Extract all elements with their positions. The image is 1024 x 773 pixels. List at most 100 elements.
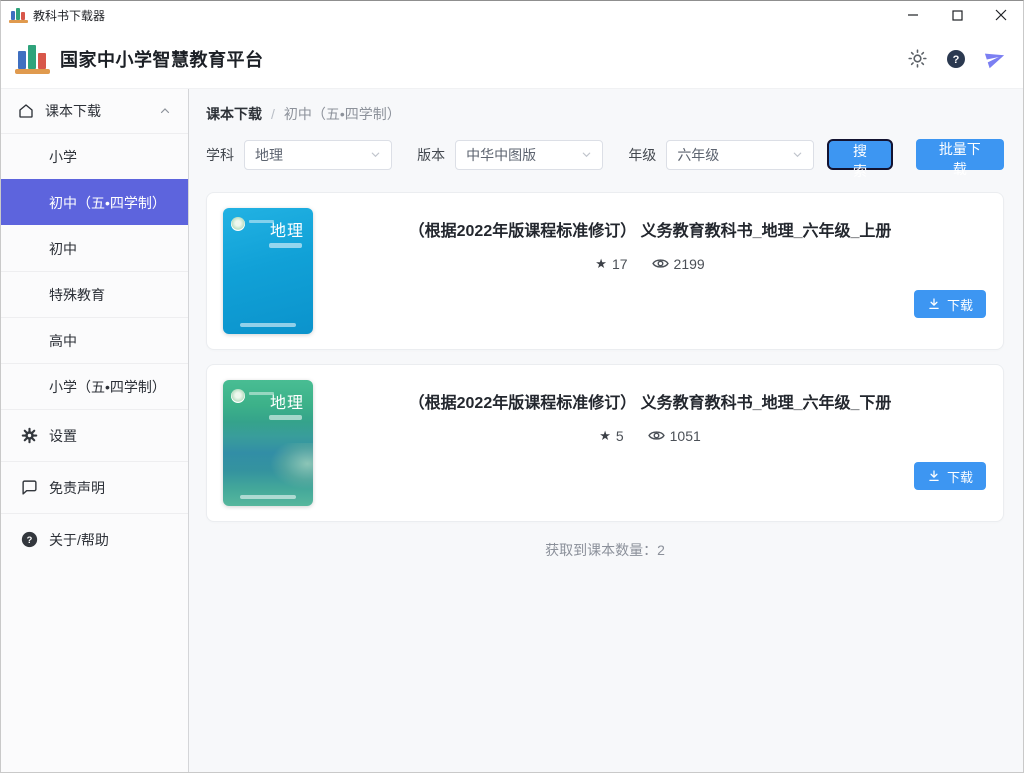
download-button[interactable]: 下载 [914, 290, 986, 318]
sidebar-item-label: 初中（五•四学制） [49, 193, 166, 213]
result-count-status: 获取到课本数量：2 [206, 540, 1004, 560]
sidebar: 课本下载 小学 初中（五•四学制） 初中 特殊教育 高中 小学（五•四学制） 设… [1, 89, 189, 772]
book-cover-subtitle-mark [269, 243, 302, 248]
edition-select[interactable]: 中华中图版 [455, 140, 603, 170]
star-stat: ★ 5 [599, 428, 623, 444]
help-icon[interactable]: ? [946, 49, 966, 69]
views-stat: 2199 [652, 255, 705, 272]
book-cover-title: 地理 [270, 217, 304, 241]
breadcrumb-root[interactable]: 课本下载 [206, 104, 262, 124]
app-header: 国家中小学智慧教育平台 ? [1, 29, 1023, 89]
breadcrumb-separator: / [271, 106, 275, 122]
view-count: 1051 [670, 428, 701, 444]
chevron-down-icon [370, 149, 381, 160]
sidebar-item-label: 小学 [49, 147, 77, 167]
title-bar: 教科书下载器 [1, 1, 1023, 29]
maximize-button[interactable] [935, 1, 979, 29]
sidebar-item-special-education[interactable]: 特殊教育 [1, 271, 188, 317]
download-button-label: 下载 [947, 467, 973, 486]
star-icon: ★ [599, 428, 611, 444]
book-cover-emblem [231, 389, 245, 403]
result-list: 地理 （根据2022年版课程标准修订） 义务教育教科书_地理_六年级_上册 ★ … [206, 192, 1004, 522]
send-icon[interactable] [985, 48, 1006, 69]
view-count: 2199 [674, 256, 705, 272]
sidebar-item-label: 高中 [49, 331, 77, 351]
sidebar-item-label: 设置 [49, 426, 77, 446]
batch-download-button[interactable]: 批量下载 [916, 139, 1004, 170]
book-stats: ★ 17 2199 [595, 255, 704, 272]
breadcrumb-current: 初中（五•四学制） [284, 104, 401, 124]
sidebar-item-senior[interactable]: 高中 [1, 317, 188, 363]
eye-icon [652, 255, 669, 272]
book-cover[interactable]: 地理 [223, 380, 313, 506]
book-cover-emblem [231, 217, 245, 231]
question-circle-icon: ? [21, 531, 38, 548]
main-content: 课本下载 / 初中（五•四学制） 学科 地理 版本 中华中图版 年级 六年级 [189, 89, 1023, 772]
breadcrumb: 课本下载 / 初中（五•四学制） [206, 104, 1004, 124]
eye-icon [648, 427, 665, 444]
book-cover[interactable]: 地理 [223, 208, 313, 334]
sidebar-item-settings[interactable]: 设置 [1, 409, 188, 461]
download-icon [927, 469, 941, 483]
textbook-card: 地理 （根据2022年版课程标准修订） 义务教育教科书_地理_六年级_下册 ★ … [206, 364, 1004, 522]
book-title: （根据2022年版课程标准修订） 义务教育教科书_地理_六年级_下册 [409, 389, 892, 413]
app-icon [10, 8, 27, 23]
svg-text:?: ? [953, 54, 960, 66]
sidebar-section-textbook-download[interactable]: 课本下载 [1, 89, 188, 133]
views-stat: 1051 [648, 427, 701, 444]
sidebar-section-label: 课本下载 [45, 101, 101, 121]
book-cover-footer-mark [240, 323, 296, 327]
star-stat: ★ 17 [595, 256, 627, 272]
chevron-down-icon [792, 149, 803, 160]
sidebar-item-label: 免责声明 [49, 478, 105, 498]
subject-select[interactable]: 地理 [244, 140, 392, 170]
edition-label: 版本 [417, 145, 445, 165]
sidebar-item-primary[interactable]: 小学 [1, 133, 188, 179]
textbook-card: 地理 （根据2022年版课程标准修订） 义务教育教科书_地理_六年级_上册 ★ … [206, 192, 1004, 350]
sidebar-item-junior-54[interactable]: 初中（五•四学制） [1, 179, 188, 225]
maximize-icon [952, 10, 963, 21]
download-icon [927, 297, 941, 311]
sidebar-item-about-help[interactable]: ? 关于/帮助 [1, 513, 188, 565]
grade-select[interactable]: 六年级 [666, 140, 814, 170]
sidebar-item-label: 特殊教育 [49, 285, 105, 305]
page-title: 国家中小学智慧教育平台 [60, 46, 264, 72]
search-button[interactable]: 搜索 [827, 139, 892, 170]
download-button[interactable]: 下载 [914, 462, 986, 490]
book-cover-title: 地理 [270, 389, 304, 413]
speech-bubble-icon [21, 479, 38, 496]
filter-bar: 学科 地理 版本 中华中图版 年级 六年级 搜索 批量下载 [206, 139, 1004, 170]
grade-select-value: 六年级 [677, 145, 719, 165]
home-icon [18, 103, 34, 119]
close-icon [995, 9, 1007, 21]
edition-select-value: 中华中图版 [466, 145, 536, 165]
subject-label: 学科 [206, 145, 234, 165]
sidebar-item-junior[interactable]: 初中 [1, 225, 188, 271]
book-cover-subtitle-mark [269, 415, 302, 420]
gear-icon [21, 427, 38, 444]
sidebar-item-disclaimer[interactable]: 免责声明 [1, 461, 188, 513]
minimize-icon [907, 9, 919, 21]
sidebar-item-label: 小学（五•四学制） [49, 377, 166, 397]
star-icon: ★ [595, 256, 607, 272]
book-stats: ★ 5 1051 [599, 427, 701, 444]
sidebar-item-label: 关于/帮助 [49, 530, 109, 550]
svg-text:?: ? [27, 535, 33, 545]
close-button[interactable] [979, 1, 1023, 29]
book-cover-footer-mark [240, 495, 296, 499]
star-count: 17 [612, 256, 628, 272]
window-title: 教科书下载器 [33, 7, 105, 24]
chevron-up-icon [159, 105, 171, 117]
sidebar-item-label: 初中 [49, 239, 77, 259]
subject-select-value: 地理 [255, 145, 283, 165]
theme-brightness-icon[interactable] [908, 49, 927, 68]
sidebar-item-primary-54[interactable]: 小学（五•四学制） [1, 363, 188, 409]
app-window: 教科书下载器 国家中小学智慧教育平台 ? [0, 0, 1024, 773]
download-button-label: 下载 [947, 295, 973, 314]
minimize-button[interactable] [891, 1, 935, 29]
star-count: 5 [616, 428, 624, 444]
chevron-down-icon [581, 149, 592, 160]
grade-label: 年级 [628, 145, 656, 165]
app-logo [16, 44, 49, 74]
book-title: （根据2022年版课程标准修订） 义务教育教科书_地理_六年级_上册 [409, 217, 892, 241]
